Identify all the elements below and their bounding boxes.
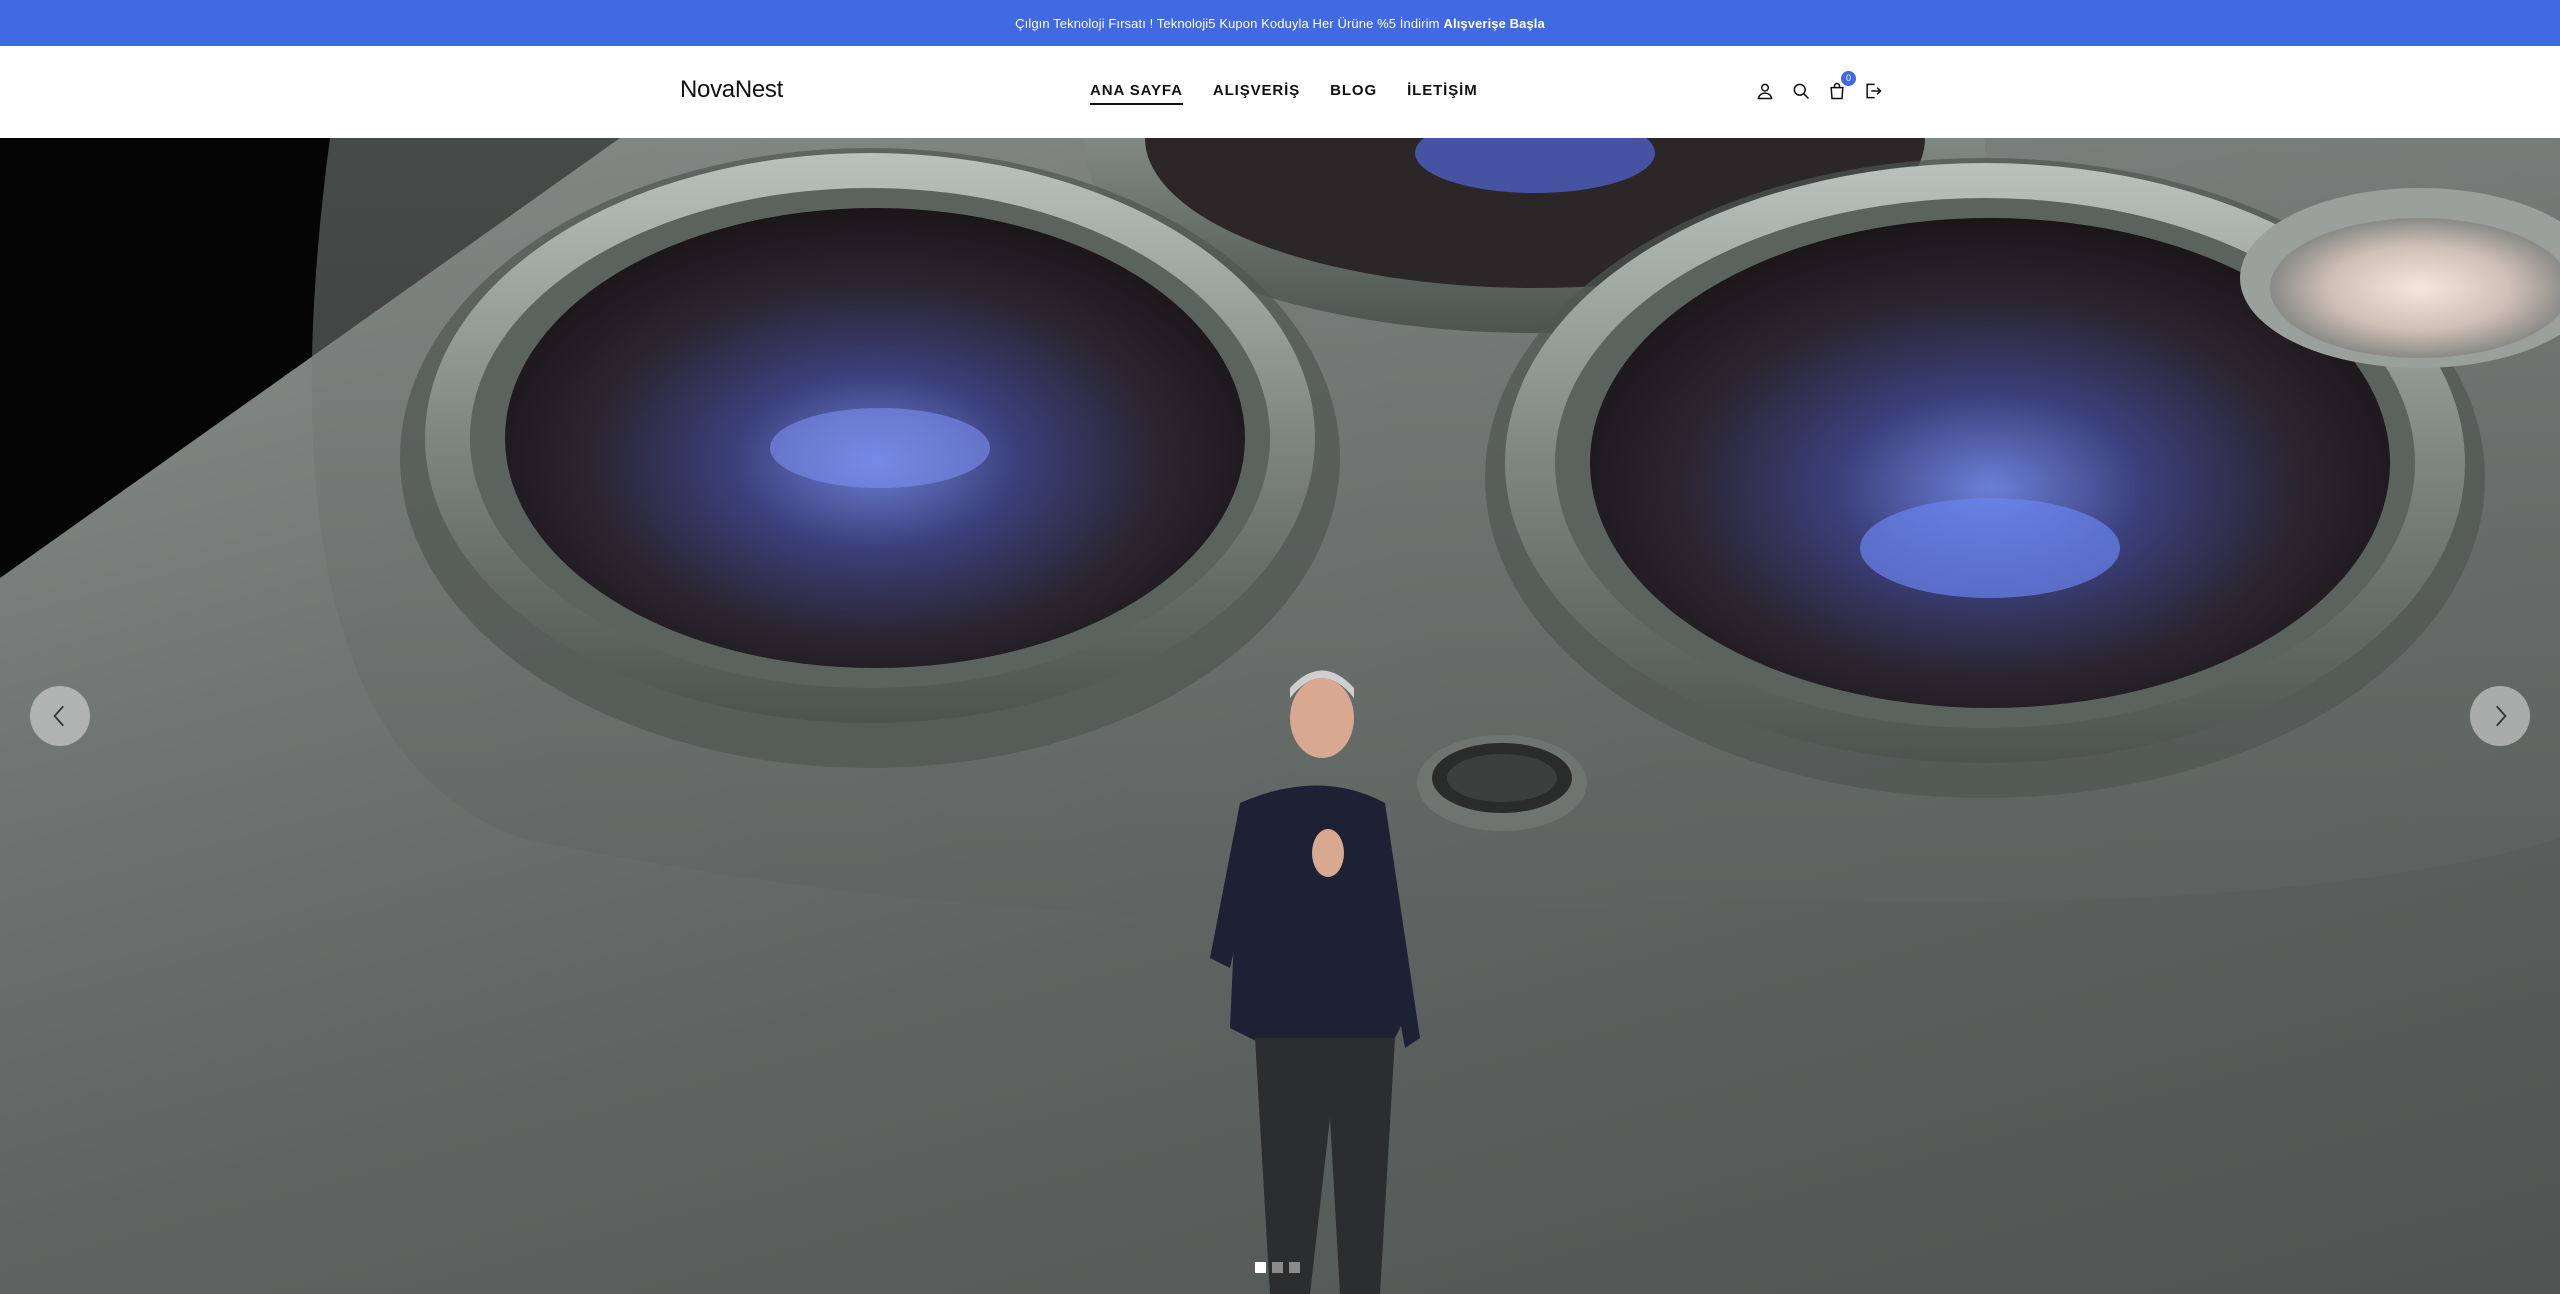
search-icon[interactable]	[1790, 80, 1812, 102]
slider-prev-button[interactable]	[30, 686, 90, 746]
header-icons: 0	[1754, 71, 1884, 102]
promo-bar: Çılgın Teknoloji Fırsatı ! Teknoloji5 Ku…	[0, 0, 2560, 46]
slider-dot-3[interactable]	[1289, 1262, 1300, 1273]
hero-banner-image	[0, 138, 2560, 1294]
hero-slider	[0, 138, 2560, 1294]
main-nav: ANA SAYFA ALIŞVERİŞ BLOG İLETİŞİM	[1090, 82, 1478, 105]
site-logo[interactable]: NovaNest	[680, 76, 783, 104]
user-icon[interactable]	[1754, 80, 1776, 102]
chevron-right-icon	[2496, 705, 2507, 727]
chevron-left-icon	[53, 705, 64, 727]
promo-shop-link[interactable]: Alışverişe Başla	[1444, 16, 1545, 31]
slider-dot-1[interactable]	[1255, 1262, 1266, 1273]
cart-icon[interactable]: 0	[1826, 71, 1856, 102]
slider-pagination	[1255, 1262, 1300, 1273]
slider-next-button[interactable]	[2470, 686, 2530, 746]
logout-icon[interactable]	[1862, 80, 1884, 102]
site-header: NovaNest ANA SAYFA ALIŞVERİŞ BLOG İLETİŞ…	[0, 46, 2560, 139]
nav-item-home[interactable]: ANA SAYFA	[1090, 82, 1183, 105]
slider-dot-2[interactable]	[1272, 1262, 1283, 1273]
promo-text: Çılgın Teknoloji Fırsatı ! Teknoloji5 Ku…	[1015, 15, 1440, 31]
nav-item-shop[interactable]: ALIŞVERİŞ	[1213, 82, 1300, 105]
nav-item-contact[interactable]: İLETİŞİM	[1407, 82, 1478, 105]
nav-item-blog[interactable]: BLOG	[1330, 82, 1377, 105]
cart-count-badge: 0	[1841, 71, 1856, 86]
